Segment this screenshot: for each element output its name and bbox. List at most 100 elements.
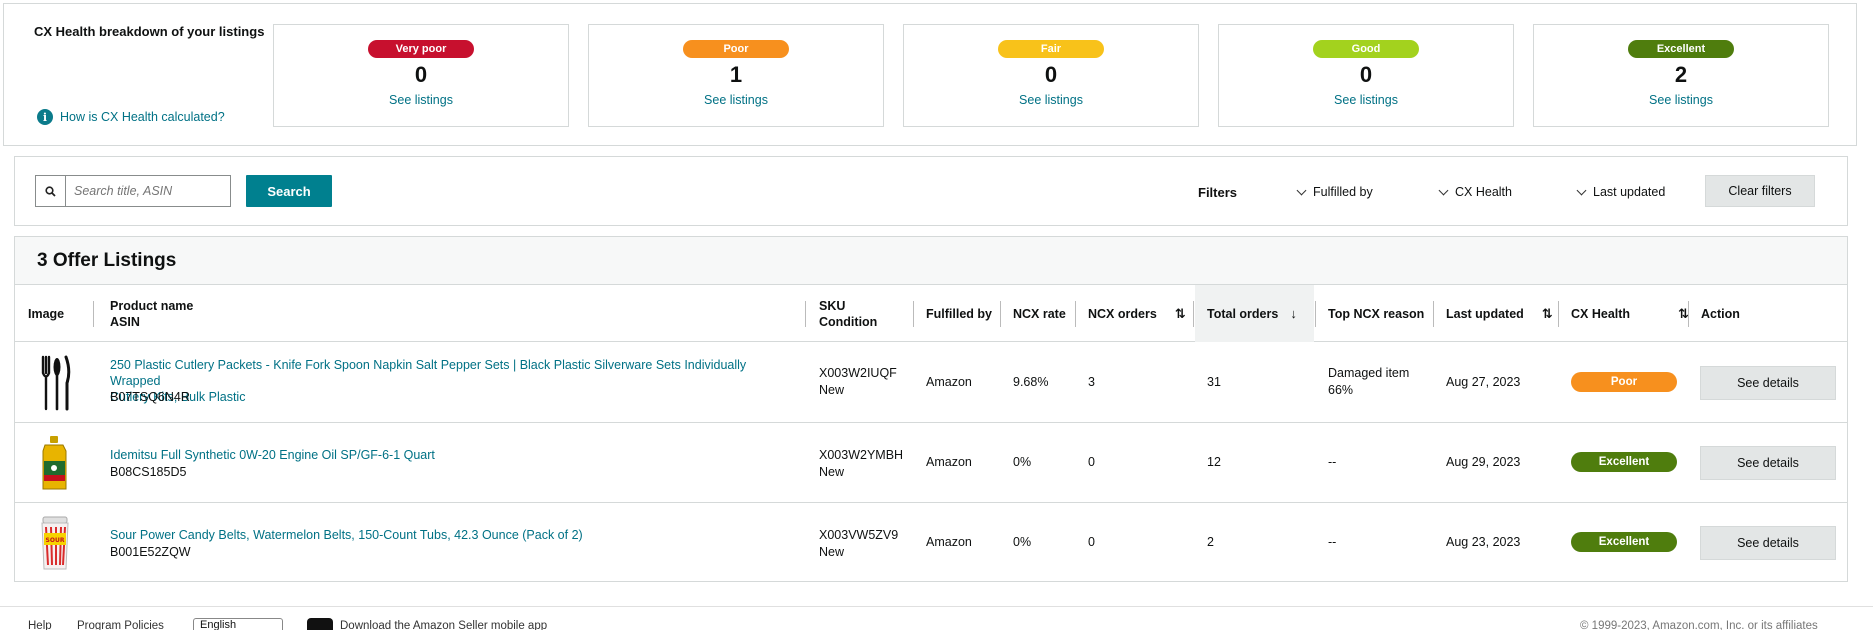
search-button[interactable]: Search (246, 175, 332, 207)
table-row: Idemitsu Full Synthetic 0W-20 Engine Oil… (15, 423, 1847, 503)
ncx-orders-value: 0 (1088, 455, 1095, 469)
cx-card-poor: Poor 1 See listings (588, 24, 884, 127)
sort-icon[interactable]: ⇅ (1542, 306, 1553, 322)
product-name-link[interactable]: Sour Power Candy Belts, Watermelon Belts… (110, 527, 800, 543)
clear-filters-button[interactable]: Clear filters (1705, 175, 1815, 207)
footer-app-link[interactable]: Download the Amazon Seller mobile app (340, 620, 547, 630)
top-reason-percent: 66% (1328, 383, 1354, 397)
filter-cx-health-label: CX Health (1455, 185, 1512, 199)
total-orders-value: 31 (1207, 375, 1221, 389)
column-divider (1075, 301, 1076, 327)
product-name-line[interactable]: 250 Plastic Cutlery Packets - Knife Fork… (110, 357, 800, 389)
top-reason-value: Damaged item (1328, 366, 1410, 380)
cutlery-icon (41, 355, 71, 411)
search-filter-bar: Search Filters Fulfilled by CX Health La… (14, 156, 1848, 226)
status-badge: Very poor (368, 40, 474, 58)
asin-value: B001E52ZQW (110, 545, 191, 559)
column-divider (1193, 301, 1194, 327)
oil-bottle-icon (42, 436, 67, 490)
ncx-orders-value: 0 (1088, 535, 1095, 549)
sku-value: X003W2YMBH (819, 448, 904, 462)
last-updated-value: Aug 29, 2023 (1446, 455, 1521, 469)
see-listings-link[interactable]: See listings (1534, 93, 1828, 107)
cx-health-badge: Poor (1571, 372, 1677, 392)
column-divider (913, 301, 914, 327)
fulfilled-by-value: Amazon (926, 535, 972, 549)
search-box (35, 175, 231, 207)
ncx-rate-value: 0% (1013, 535, 1032, 549)
col-action: Action (1701, 306, 1740, 321)
product-name-link[interactable]: 250 Plastic Cutlery Packets - Knife Fork… (110, 357, 800, 405)
candy-tub-icon: SOUR (41, 516, 69, 570)
cx-health-badge: Excellent (1571, 452, 1677, 472)
last-updated-value: Aug 27, 2023 (1446, 375, 1521, 389)
col-cx-health[interactable]: CX Health ⇅ (1571, 285, 1689, 342)
col-product-name: Product name (110, 298, 194, 313)
col-ncx-orders[interactable]: NCX orders ⇅ (1088, 285, 1186, 342)
filter-cx-health[interactable]: CX Health (1438, 185, 1512, 199)
filters-label: Filters (1198, 185, 1238, 200)
col-image: Image (28, 306, 65, 321)
cx-count: 0 (1044, 62, 1058, 87)
cx-card-good: Good 0 See listings (1218, 24, 1514, 127)
asin-value: B07TSQ6N4R (110, 390, 190, 404)
col-fulfilled-by: Fulfilled by (926, 306, 992, 321)
col-top-reason: Top NCX reason (1328, 306, 1425, 321)
see-details-button[interactable]: See details (1700, 526, 1836, 560)
cx-card-fair: Fair 0 See listings (903, 24, 1199, 127)
see-details-button[interactable]: See details (1700, 366, 1836, 400)
filter-fulfilled-by[interactable]: Fulfilled by (1296, 185, 1373, 199)
sku-value: X003VW5ZV9 (819, 528, 899, 542)
col-sku-label: SKU (819, 298, 846, 313)
search-input[interactable] (66, 176, 226, 206)
footer-help-link[interactable]: Help (28, 620, 52, 630)
arrow-down-icon[interactable]: ↓ (1290, 306, 1297, 322)
cx-health-panel: CX Health breakdown of your listings i H… (3, 3, 1857, 146)
product-name-line[interactable]: Cutlery Kits, Bulk Plastic (110, 389, 800, 405)
cx-health-how-link[interactable]: i How is CX Health calculated? (37, 109, 225, 125)
col-last-updated[interactable]: Last updated ⇅ (1446, 285, 1553, 342)
column-divider (1433, 301, 1434, 327)
total-orders-value: 12 (1207, 455, 1221, 469)
svg-text:SOUR: SOUR (46, 537, 65, 544)
sort-icon[interactable]: ⇅ (1175, 306, 1186, 322)
filter-last-updated[interactable]: Last updated (1576, 185, 1665, 199)
col-asin: ASIN (110, 314, 140, 329)
condition-value: New (819, 465, 845, 479)
listings-title: 3 Offer Listings (15, 237, 1847, 285)
product-name-link[interactable]: Idemitsu Full Synthetic 0W-20 Engine Oil… (110, 447, 800, 463)
col-last-updated-label: Last updated (1446, 306, 1524, 321)
cx-count: 0 (1359, 62, 1373, 87)
chevron-down-icon (1576, 185, 1587, 195)
see-listings-link[interactable]: See listings (589, 93, 883, 107)
see-listings-link[interactable]: See listings (274, 93, 568, 107)
status-badge: Poor (683, 40, 789, 58)
see-listings-link[interactable]: See listings (1219, 93, 1513, 107)
status-badge: Excellent (1628, 40, 1734, 58)
see-details-button[interactable]: See details (1700, 446, 1836, 480)
language-select[interactable]: English (193, 618, 283, 630)
table-row: SOUR Sour Power Candy Belts, Watermelon … (15, 503, 1847, 583)
search-icon[interactable] (36, 176, 66, 206)
col-total-orders[interactable]: Total orders ↓ (1195, 285, 1314, 342)
column-divider (1688, 301, 1689, 327)
chevron-down-icon (1296, 185, 1307, 195)
col-product: Product name ASIN (110, 285, 193, 342)
column-divider (1000, 301, 1001, 327)
ncx-rate-value: 9.68% (1013, 375, 1049, 389)
fulfilled-by-value: Amazon (926, 455, 972, 469)
cx-health-how-label[interactable]: How is CX Health calculated? (60, 110, 225, 124)
top-reason-value: -- (1328, 455, 1337, 469)
cx-health-title: CX Health breakdown of your listings (34, 24, 265, 39)
condition-value: New (819, 383, 845, 397)
total-orders-value: 2 (1207, 535, 1214, 549)
see-listings-link[interactable]: See listings (904, 93, 1198, 107)
footer-policies-link[interactable]: Program Policies (77, 620, 164, 630)
top-reason-value: -- (1328, 535, 1337, 549)
cx-card-very-poor: Very poor 0 See listings (273, 24, 569, 127)
table-header: Image Product name ASIN SKU Condition Fu… (15, 285, 1847, 342)
filter-fulfilled-by-label: Fulfilled by (1313, 185, 1373, 199)
ncx-rate-value: 0% (1013, 455, 1032, 469)
status-badge: Fair (998, 40, 1104, 58)
info-icon: i (37, 109, 53, 125)
